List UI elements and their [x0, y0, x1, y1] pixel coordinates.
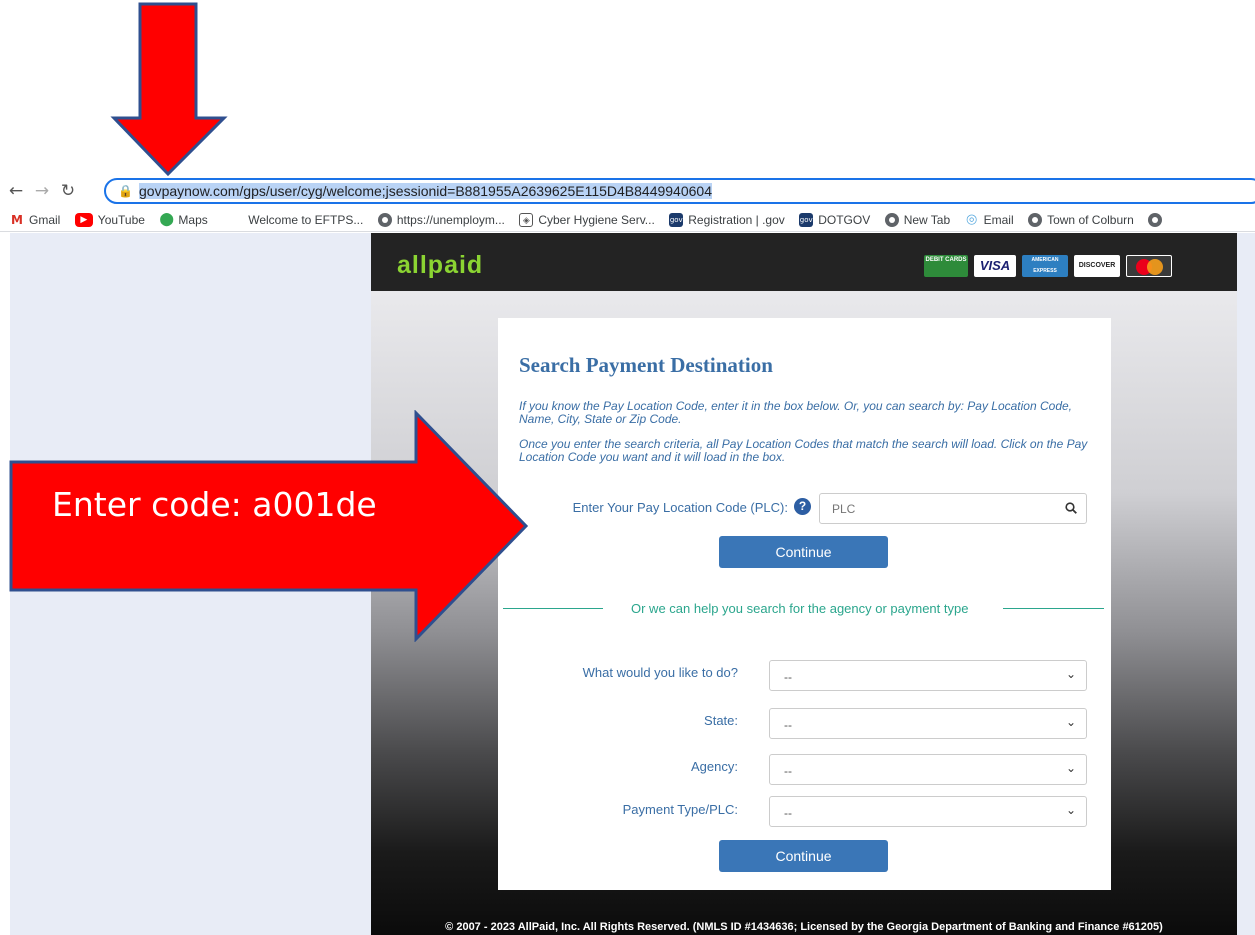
- plc-input[interactable]: [832, 502, 1052, 516]
- back-arrow-icon[interactable]: ←: [6, 181, 26, 201]
- plc-search-field[interactable]: [819, 493, 1087, 524]
- bookmark-overflow[interactable]: [1148, 208, 1163, 231]
- bookmark-registration-gov[interactable]: gov Registration | .gov: [669, 208, 785, 231]
- maps-icon: ⬤: [159, 212, 174, 227]
- payment-type-select[interactable]: -- ⌄: [769, 796, 1087, 827]
- bookmark-label: Gmail: [29, 213, 61, 227]
- debit-card-icon: DEBIT CARDS: [924, 255, 968, 277]
- youtube-icon: ▶: [74, 213, 93, 227]
- annotation-callout-text: Enter code: a001de: [52, 485, 377, 524]
- bookmark-new-tab[interactable]: New Tab: [884, 208, 951, 231]
- bookmark-label: Maps: [178, 213, 208, 227]
- browser-toolbar: ← → ↻ 🔒 govpaynow.com/gps/user/cyg/welco…: [0, 176, 1255, 206]
- search-icon[interactable]: [1065, 501, 1077, 514]
- bookmark-label: https://unemploym...: [396, 213, 505, 227]
- agency-label: Agency:: [691, 759, 738, 774]
- search-panel: Search Payment Destination If you know t…: [498, 318, 1111, 890]
- payment-type-select-value: --: [784, 806, 792, 820]
- visa-icon: VISA: [974, 255, 1016, 277]
- bookmark-label: Welcome to EFTPS...: [248, 213, 364, 227]
- bookmark-unemployment[interactable]: https://unemploym...: [377, 208, 505, 231]
- gov-icon: gov: [669, 213, 684, 227]
- email-icon: ◎: [965, 212, 978, 227]
- bookmark-label: YouTube: [97, 213, 145, 227]
- state-select-value: --: [784, 718, 792, 732]
- agency-select[interactable]: -- ⌄: [769, 754, 1087, 785]
- bookmarks-bar: M Gmail ▶ YouTube ⬤ Maps Welcome to EFTPS..…: [0, 208, 1255, 232]
- bookmark-label: New Tab: [903, 213, 951, 227]
- bookmark-label: Cyber Hygiene Serv...: [538, 213, 655, 227]
- state-label: State:: [704, 713, 738, 728]
- bookmark-town-of-colburn[interactable]: Town of Colburn: [1028, 208, 1134, 231]
- gmail-icon: M: [10, 213, 24, 227]
- bookmark-cyber-hygiene[interactable]: ◈ Cyber Hygiene Serv...: [519, 208, 655, 231]
- state-select[interactable]: -- ⌄: [769, 708, 1087, 739]
- help-icon[interactable]: ?: [794, 498, 811, 515]
- continue-button-plc[interactable]: Continue: [719, 536, 888, 568]
- site-footer: © 2007 - 2023 AllPaid, Inc. All Rights R…: [445, 921, 1163, 933]
- lock-icon: 🔒: [118, 184, 133, 198]
- mastercard-icon: [1126, 255, 1172, 277]
- annotation-down-arrow: [110, 2, 228, 177]
- payment-type-label: Payment Type/PLC:: [622, 802, 738, 817]
- bookmark-eftps[interactable]: Welcome to EFTPS...: [248, 208, 364, 231]
- bookmark-youtube[interactable]: ▶ YouTube: [74, 208, 145, 231]
- shield-icon: ◈: [519, 213, 534, 227]
- continue-button-search[interactable]: Continue: [719, 840, 888, 872]
- bookmark-label: Town of Colburn: [1047, 213, 1134, 227]
- forward-arrow-icon[interactable]: →: [32, 181, 52, 201]
- chevron-down-icon: ⌄: [1065, 715, 1076, 729]
- page-title: Search Payment Destination: [519, 353, 773, 377]
- bookmark-label: Email: [983, 213, 1014, 227]
- address-bar[interactable]: 🔒 govpaynow.com/gps/user/cyg/welcome;jse…: [104, 178, 1255, 204]
- globe-icon: [377, 213, 392, 227]
- annotation-right-arrow: [9, 410, 529, 642]
- bookmark-label: Registration | .gov: [688, 213, 785, 227]
- bookmark-label: DOTGOV: [818, 213, 871, 227]
- discover-icon: DISCOVER: [1074, 255, 1120, 277]
- url-highlighted: govpaynow.com/gps/user/cyg/welcome: [139, 183, 382, 199]
- url-text[interactable]: govpaynow.com/gps/user/cyg/welcome;jsess…: [139, 183, 712, 199]
- chevron-down-icon: ⌄: [1065, 803, 1076, 817]
- help-search-text: Or we can help you search for the agency…: [631, 601, 969, 616]
- chevron-down-icon: ⌄: [1065, 761, 1076, 775]
- plc-label: Enter Your Pay Location Code (PLC):: [572, 500, 788, 515]
- bookmark-email[interactable]: ◎ Email: [965, 208, 1014, 231]
- action-select[interactable]: -- ⌄: [769, 660, 1087, 691]
- url-rest: ;jsessionid=B881955A2639625E115D4B844994…: [381, 183, 712, 199]
- intro-text-1: If you know the Pay Location Code, enter…: [519, 399, 1072, 426]
- allpaid-logo[interactable]: allpaid: [397, 251, 483, 280]
- gov-icon: gov: [799, 213, 814, 227]
- bookmark-maps[interactable]: ⬤ Maps: [159, 208, 208, 231]
- globe-icon: [1028, 213, 1043, 227]
- site-header: allpaid DEBIT CARDS VISA AMERICAN EXPRES…: [371, 233, 1237, 291]
- bookmark-gmail[interactable]: M Gmail: [10, 208, 61, 231]
- globe-icon: [1148, 213, 1163, 227]
- chevron-down-icon: ⌄: [1065, 667, 1076, 681]
- intro-text-2: Once you enter the search criteria, all …: [519, 437, 1088, 464]
- action-label: What would you like to do?: [582, 665, 738, 680]
- agency-select-value: --: [784, 764, 792, 778]
- globe-icon: [884, 213, 899, 227]
- action-select-value: --: [784, 670, 792, 684]
- bookmark-dotgov[interactable]: gov DOTGOV: [799, 208, 871, 231]
- page-background-right: [1237, 233, 1255, 935]
- reload-icon[interactable]: ↻: [58, 181, 78, 201]
- amex-icon: AMERICAN EXPRESS: [1022, 255, 1068, 277]
- divider-right: [1003, 608, 1104, 609]
